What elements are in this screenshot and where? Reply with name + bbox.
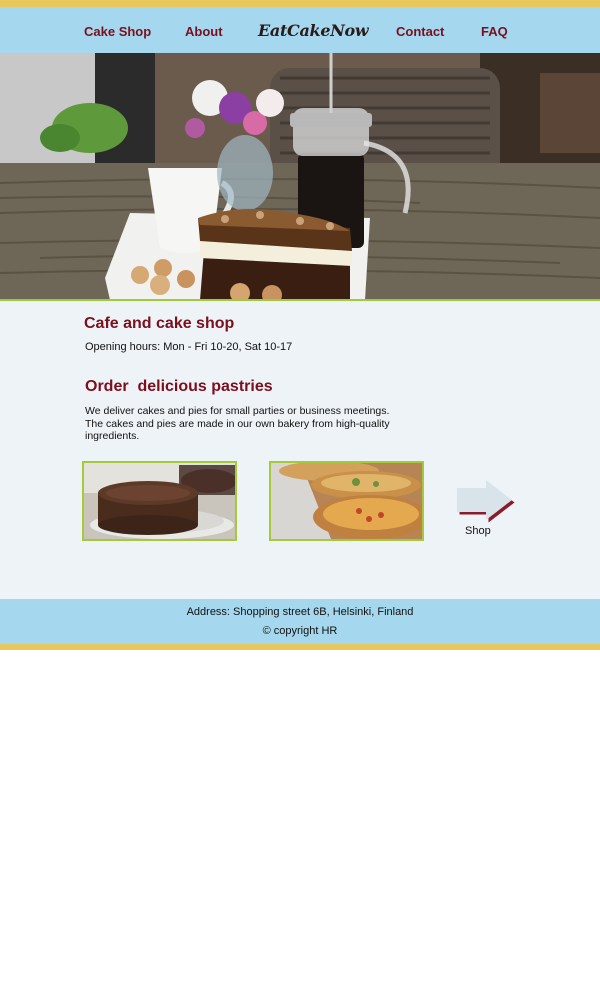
quiche-pies-image[interactable] xyxy=(269,461,424,541)
site-logo[interactable]: EatCakeNow xyxy=(258,7,369,53)
shop-link-label[interactable]: Shop xyxy=(465,525,491,537)
footer: Address: Shopping street 6B, Helsinki, F… xyxy=(0,599,600,644)
bottom-stripe xyxy=(0,644,600,650)
order-description: We deliver cakes and pies for small part… xyxy=(85,405,390,442)
hero-image xyxy=(0,53,600,300)
nav-faq[interactable]: FAQ xyxy=(481,7,508,53)
main-content: Cafe and cake shop Opening hours: Mon - … xyxy=(0,301,600,599)
main-nav: Cake Shop About EatCakeNow Contact FAQ xyxy=(0,7,600,53)
shop-arrow-icon[interactable] xyxy=(455,479,515,523)
nav-about[interactable]: About xyxy=(185,7,223,53)
nav-contact[interactable]: Contact xyxy=(396,7,444,53)
footer-copyright: © copyright HR xyxy=(262,625,338,637)
page-title: Cafe and cake shop xyxy=(84,315,235,332)
footer-address: Address: Shopping street 6B, Helsinki, F… xyxy=(186,606,414,618)
opening-hours: Opening hours: Mon - Fri 10-20, Sat 10-1… xyxy=(85,341,293,353)
top-stripe xyxy=(0,0,600,7)
nav-cake-shop[interactable]: Cake Shop xyxy=(84,7,151,53)
order-heading: Order delicious pastries xyxy=(85,378,273,395)
chocolate-cake-image[interactable] xyxy=(82,461,237,541)
